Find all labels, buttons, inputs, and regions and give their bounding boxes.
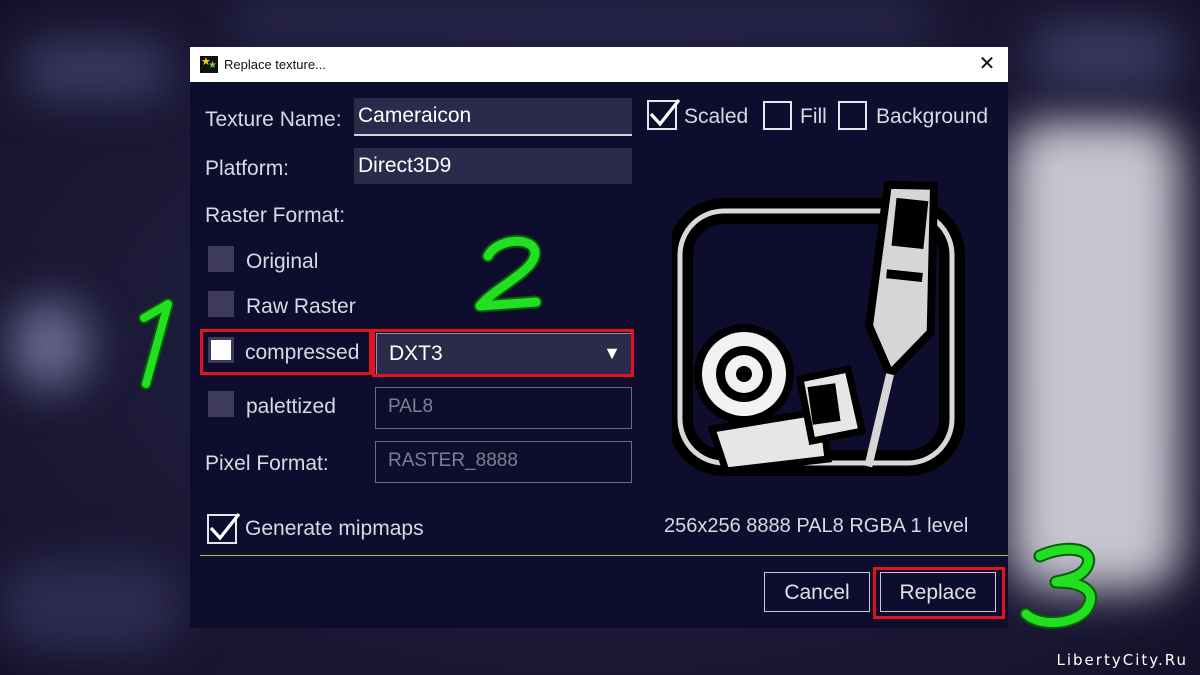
background-label: Background: [876, 105, 989, 128]
platform-field[interactable]: Direct3D9: [354, 148, 632, 184]
fill-label: Fill: [800, 105, 827, 128]
scaled-label: Scaled: [684, 105, 749, 128]
texture-name-input[interactable]: Cameraicon: [354, 98, 632, 136]
scaled-checkbox[interactable]: [647, 99, 681, 130]
generate-mipmaps-checkbox[interactable]: [207, 513, 241, 544]
original-checkbox[interactable]: [208, 246, 234, 272]
texture-info: 256x256 8888 PAL8 RGBA 1 level: [664, 515, 969, 537]
fill-checkbox[interactable]: [763, 101, 792, 130]
background-blur: [10, 300, 90, 390]
annotation-number-3: [1019, 542, 1098, 630]
pixel-format-label: Pixel Format:: [205, 452, 329, 475]
raw-raster-label: Raw Raster: [246, 295, 356, 318]
cancel-button[interactable]: Cancel: [764, 572, 870, 612]
background-blur: [1030, 20, 1180, 90]
palette-select[interactable]: PAL8: [375, 387, 632, 429]
background-blur: [1010, 120, 1180, 590]
background-blur: [20, 40, 170, 100]
annotation-number-2: [473, 234, 543, 313]
camera-icon: [667, 180, 965, 476]
app-stars-icon: ★ ★: [200, 56, 218, 73]
annotation-number-1: [138, 298, 174, 390]
window-title: Replace texture...: [224, 57, 326, 72]
highlight-replace-button: [873, 567, 1005, 619]
site-watermark: LibertyCity.Ru: [1056, 651, 1188, 669]
generate-mipmaps-label: Generate mipmaps: [245, 517, 424, 540]
palettized-checkbox[interactable]: [208, 391, 234, 417]
platform-label: Platform:: [205, 157, 290, 180]
raw-raster-checkbox[interactable]: [208, 291, 234, 317]
highlight-compressed: [200, 329, 372, 375]
background-blur: [230, 0, 930, 40]
background-blur: [0, 560, 180, 650]
title-bar[interactable]: ★ ★ Replace texture... ✕: [190, 47, 1008, 82]
background-checkbox[interactable]: [838, 101, 867, 130]
checkmark-icon: [209, 513, 241, 541]
pixel-format-select[interactable]: RASTER_8888: [375, 441, 632, 483]
close-button[interactable]: ✕: [972, 50, 1002, 78]
original-label: Original: [246, 250, 319, 273]
checkmark-icon: [649, 99, 681, 127]
raster-format-label: Raster Format:: [205, 204, 346, 227]
close-icon: ✕: [978, 53, 996, 75]
footer-divider: [200, 555, 1008, 556]
replace-texture-dialog: ★ ★ Replace texture... ✕ Texture Name: Ca…: [190, 47, 1008, 628]
palettized-label: palettized: [246, 395, 336, 418]
texture-name-label: Texture Name:: [205, 108, 342, 131]
texture-preview: [667, 179, 972, 489]
highlight-compression-select: [372, 329, 634, 377]
